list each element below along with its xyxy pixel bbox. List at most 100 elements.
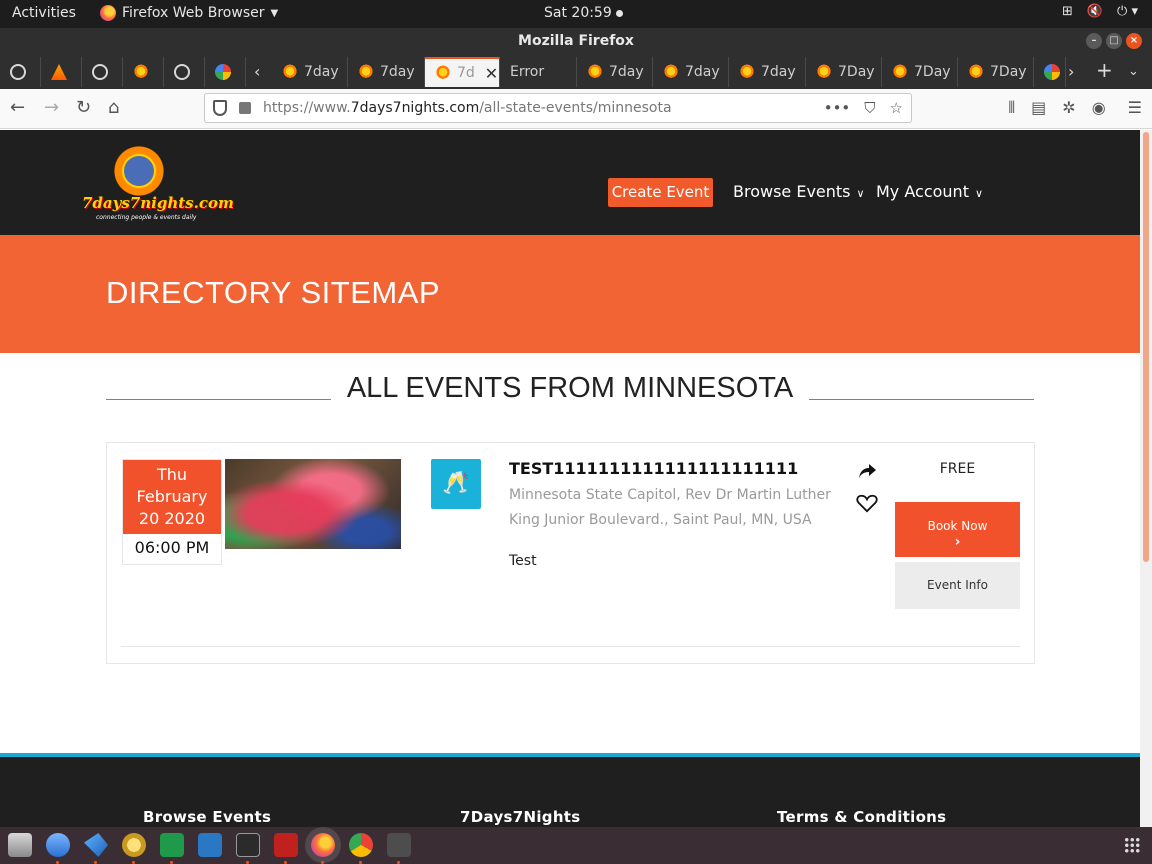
sublime-icon[interactable] xyxy=(387,833,411,857)
browse-events-label: Browse Events xyxy=(733,182,851,201)
extension-icon[interactable]: ✲ xyxy=(1062,98,1075,118)
tab-strip: ‹ 7day 7day 7d ✕ Error 7day 7day 7day 7Da… xyxy=(0,55,1152,89)
tab-7days-3[interactable]: 7day xyxy=(577,57,653,87)
tab-google[interactable] xyxy=(1034,57,1066,87)
url-text[interactable]: https://www.7days7nights.com/all-state-e… xyxy=(263,100,672,116)
create-event-button[interactable]: Create Event xyxy=(608,178,713,207)
heart-icon[interactable] xyxy=(856,493,878,513)
app-menu[interactable]: Firefox Web Browser ▼ xyxy=(100,5,278,21)
back-icon[interactable]: ← xyxy=(10,98,25,118)
thunderbird-icon[interactable] xyxy=(46,833,70,857)
tab-7days-5[interactable]: 7day xyxy=(729,57,806,87)
volume-icon[interactable]: 🔇 xyxy=(1087,4,1103,19)
toolbar-right-icons: ⫴ ▤ ✲ ◉ ☰ xyxy=(1008,98,1142,118)
spreadsheet-icon[interactable] xyxy=(160,833,184,857)
tab-label: 7day xyxy=(380,64,415,80)
7days-icon xyxy=(739,64,755,80)
tab-label: Error xyxy=(510,64,545,80)
tab-pinned-4[interactable] xyxy=(123,57,164,87)
tab-7days-7[interactable]: 7Day xyxy=(882,57,958,87)
account-icon[interactable]: ◉ xyxy=(1092,98,1106,118)
event-image[interactable] xyxy=(225,459,401,549)
book-now-button[interactable]: Book Now › xyxy=(895,502,1020,557)
tab-7days-8[interactable]: 7Day xyxy=(958,57,1034,87)
scroll-tabs-left-icon[interactable]: ‹ xyxy=(254,62,260,81)
event-title[interactable]: TEST1111111111111111111111 xyxy=(509,459,798,478)
activities-button[interactable]: Activities xyxy=(12,5,76,21)
app-grid-icon[interactable] xyxy=(1124,837,1140,853)
filezilla-icon[interactable] xyxy=(274,833,298,857)
close-icon[interactable]: × xyxy=(1126,33,1142,49)
site-logo[interactable]: 7days7nights.com connecting people & eve… xyxy=(82,138,234,224)
tab-label: 7d xyxy=(457,65,475,81)
hamburger-menu-icon[interactable]: ☰ xyxy=(1128,98,1142,118)
page-banner: DIRECTORY SITEMAP xyxy=(0,235,1140,353)
tab-pinned-5[interactable] xyxy=(164,57,205,87)
terminal-icon[interactable] xyxy=(236,833,260,857)
tab-label: 7Day xyxy=(914,64,951,80)
my-account-label: My Account xyxy=(876,182,969,201)
7days-icon xyxy=(816,64,832,80)
tab-label: 7Day xyxy=(990,64,1027,80)
scrollbar-thumb[interactable] xyxy=(1143,132,1149,562)
event-info-button[interactable]: Event Info xyxy=(895,562,1020,609)
bookmark-star-icon[interactable]: ☆ xyxy=(890,99,903,117)
logo-tagline: connecting people & events daily xyxy=(96,214,197,221)
clock[interactable]: Sat 20:59 xyxy=(544,5,623,21)
minimize-icon[interactable]: – xyxy=(1086,33,1102,49)
tab-7days-1[interactable]: 7day xyxy=(272,57,348,87)
firefox-taskbar-icon[interactable] xyxy=(311,833,335,857)
pocket-icon[interactable]: ⛉ xyxy=(864,99,875,117)
7days-icon xyxy=(282,64,298,80)
forward-icon[interactable]: → xyxy=(44,98,59,118)
gimp-icon[interactable] xyxy=(122,833,146,857)
lock-icon[interactable] xyxy=(239,102,251,114)
site-header: 7days7nights.com connecting people & eve… xyxy=(0,130,1140,235)
reload-icon[interactable]: ↻ xyxy=(76,98,91,118)
globe-icon xyxy=(10,64,26,80)
page-scrollbar[interactable] xyxy=(1140,130,1152,827)
caret-down-icon: ▼ xyxy=(270,7,279,19)
close-tab-icon[interactable]: ✕ xyxy=(485,64,498,83)
maximize-icon[interactable]: □ xyxy=(1106,33,1122,49)
chrome-icon[interactable] xyxy=(349,833,373,857)
home-icon[interactable]: ⌂ xyxy=(108,98,119,118)
tab-active[interactable]: 7d ✕ xyxy=(425,57,500,87)
url-bar[interactable]: https://www.7days7nights.com/all-state-e… xyxy=(204,93,912,123)
url-domain: 7days7nights.com xyxy=(350,100,480,116)
footer-7days7nights: 7Days7Nights xyxy=(460,808,581,826)
tab-7days-2[interactable]: 7day xyxy=(348,57,425,87)
tab-error[interactable]: Error xyxy=(500,57,577,87)
system-top-bar: Activities Firefox Web Browser ▼ Sat 20:… xyxy=(0,0,1152,28)
my-account-menu[interactable]: My Account ∨ xyxy=(876,182,983,201)
page-actions-icon[interactable]: ••• xyxy=(824,99,851,117)
list-tabs-icon[interactable]: ⌄ xyxy=(1128,64,1139,79)
tab-pinned-1[interactable] xyxy=(0,57,41,87)
google-icon xyxy=(215,64,231,80)
system-tray[interactable]: ⊞ 🔇 ⏻ ▾ xyxy=(1062,4,1138,19)
scroll-tabs-right-icon[interactable]: › xyxy=(1068,62,1074,81)
document-icon[interactable] xyxy=(198,833,222,857)
tab-7days-6[interactable]: 7Day xyxy=(806,57,882,87)
tab-7days-4[interactable]: 7day xyxy=(653,57,729,87)
event-day-year: 20 2020 xyxy=(138,509,206,528)
browse-events-menu[interactable]: Browse Events ∨ xyxy=(733,182,865,201)
tab-pinned-6[interactable] xyxy=(205,57,246,87)
network-icon[interactable]: ⊞ xyxy=(1062,4,1073,19)
logo-wordmark: 7days7nights.com xyxy=(82,194,234,212)
library-icon[interactable]: ⫴ xyxy=(1008,98,1015,118)
tab-pinned-3[interactable] xyxy=(82,57,123,87)
tab-pinned-2[interactable] xyxy=(41,57,82,87)
url-path: /all-state-events/minnesota xyxy=(479,100,672,116)
tracking-shield-icon[interactable] xyxy=(213,100,227,116)
files-icon[interactable] xyxy=(8,833,32,857)
new-tab-icon[interactable]: + xyxy=(1096,58,1113,82)
event-description: Test xyxy=(509,553,537,569)
share-icon[interactable] xyxy=(857,461,877,481)
cheers-category-icon: 🥂 xyxy=(431,459,481,509)
7days-icon xyxy=(358,64,374,80)
dolphin-icon[interactable] xyxy=(84,833,108,857)
section-heading: ALL EVENTS FROM MINNESOTA xyxy=(106,372,1034,412)
power-icon[interactable]: ⏻ ▾ xyxy=(1117,4,1138,19)
sidebar-icon[interactable]: ▤ xyxy=(1031,98,1046,118)
